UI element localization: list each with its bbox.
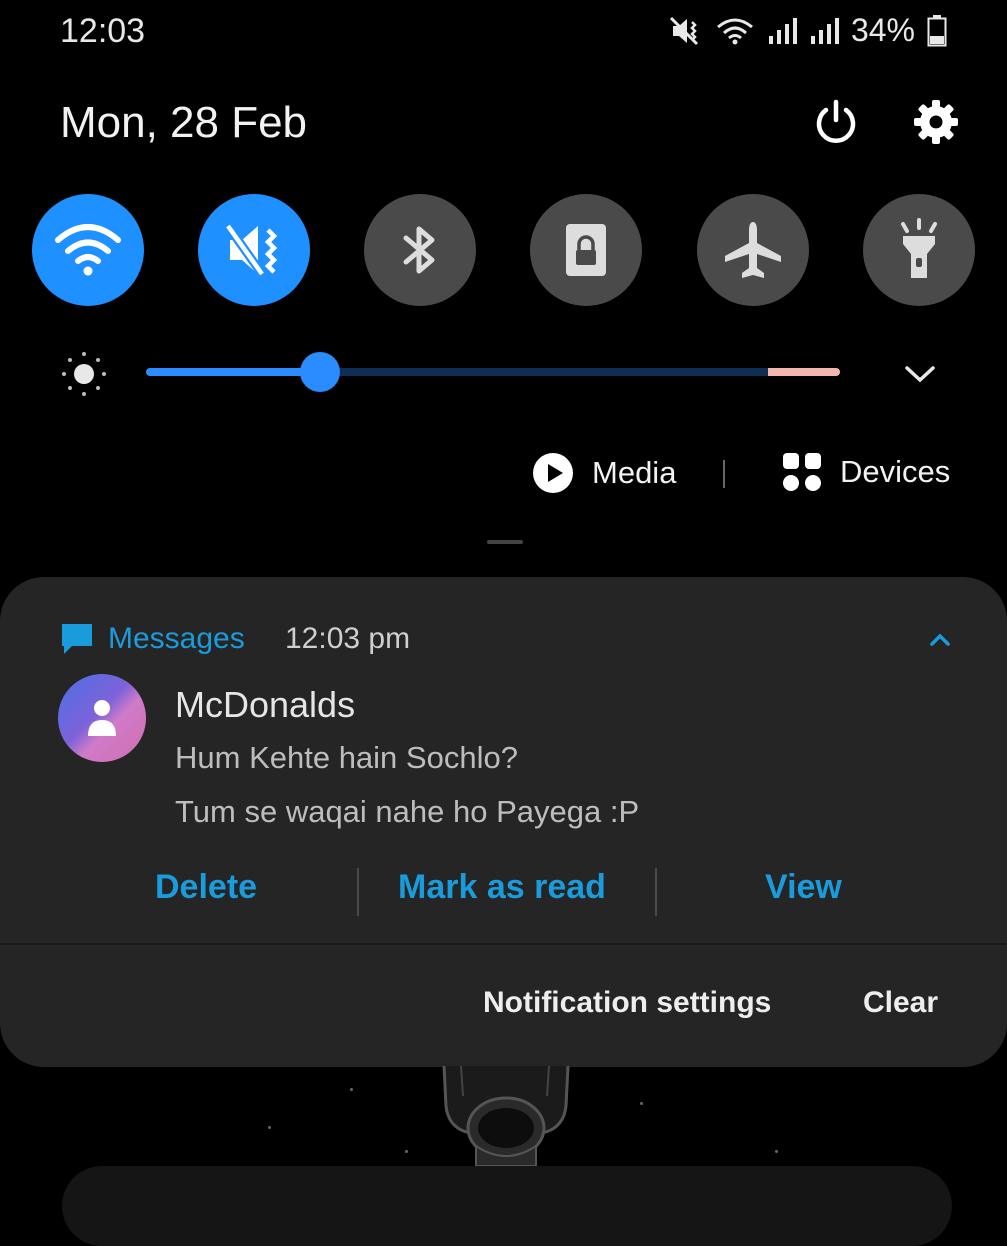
star-decoration (405, 1150, 408, 1153)
brightness-icon (62, 352, 106, 396)
status-icons: 34% (669, 12, 947, 49)
notification-message-line: Tum se waqai nahe ho Payega :P (175, 794, 640, 829)
star-decoration (775, 1150, 778, 1153)
star-decoration (640, 1102, 643, 1105)
brightness-slider-thumb[interactable] (300, 352, 340, 392)
notification-settings-button[interactable]: Notification settings (483, 986, 771, 1020)
devices-icon (783, 453, 821, 491)
settings-button[interactable] (906, 92, 966, 152)
media-devices-divider (723, 460, 725, 488)
devices-label: Devices (840, 454, 951, 489)
airplane-icon (725, 222, 781, 278)
wifi-icon (55, 224, 121, 276)
media-button[interactable]: Media (532, 452, 676, 494)
signal-bars-icon (768, 17, 797, 44)
brightness-slider[interactable] (146, 368, 840, 376)
wifi-icon (717, 18, 753, 44)
sound-toggle[interactable] (198, 194, 310, 306)
chevron-down-icon (905, 366, 935, 383)
vibrate-mute-icon (224, 223, 278, 277)
notification-sender: McDonalds (175, 684, 356, 725)
power-icon (816, 99, 856, 143)
bluetooth-icon (403, 226, 435, 274)
airplane-mode-toggle[interactable] (697, 194, 809, 306)
battery-percent: 34% (850, 12, 915, 48)
brightness-slider-high-range (768, 368, 840, 376)
star-decoration (268, 1126, 271, 1129)
astronaut-wallpaper (442, 1066, 570, 1166)
battery-icon (927, 14, 947, 46)
media-label: Media (592, 455, 677, 490)
delete-button[interactable]: Delete (155, 868, 257, 907)
date-label: Mon, 28 Feb (60, 98, 308, 147)
bluetooth-toggle[interactable] (364, 194, 476, 306)
vibrate-mute-icon (669, 16, 699, 45)
devices-button[interactable]: Devices (782, 452, 950, 492)
action-divider (357, 868, 359, 916)
person-icon (88, 700, 116, 736)
panel-drag-handle[interactable] (487, 540, 523, 544)
gear-icon (914, 100, 958, 144)
lock-icon (566, 224, 606, 276)
collapse-notification-button[interactable] (922, 624, 958, 656)
notification-message-line: Hum Kehte hain Sochlo? (175, 740, 518, 775)
status-time: 12:03 (60, 12, 146, 50)
notification-time: 12:03 pm (285, 622, 411, 655)
avatar (58, 674, 146, 762)
action-divider (655, 868, 657, 916)
expand-quick-settings-button[interactable] (898, 352, 942, 396)
view-button[interactable]: View (765, 868, 842, 907)
card-divider (0, 943, 1007, 945)
mark-as-read-button[interactable]: Mark as read (398, 868, 606, 907)
play-icon (533, 453, 573, 493)
brightness-slider-fill (146, 368, 320, 376)
flashlight-icon (901, 218, 937, 278)
wifi-toggle[interactable] (32, 194, 144, 306)
notification-app-name: Messages (108, 622, 245, 655)
chevron-up-icon (930, 633, 950, 646)
flashlight-toggle[interactable] (863, 194, 975, 306)
lock-screen-toggle[interactable] (530, 194, 642, 306)
signal-bars-icon (810, 17, 839, 44)
message-app-icon (62, 624, 92, 654)
next-notification-card[interactable] (62, 1166, 952, 1246)
clear-button[interactable]: Clear (863, 986, 938, 1020)
star-decoration (350, 1088, 353, 1091)
power-button[interactable] (806, 92, 866, 152)
